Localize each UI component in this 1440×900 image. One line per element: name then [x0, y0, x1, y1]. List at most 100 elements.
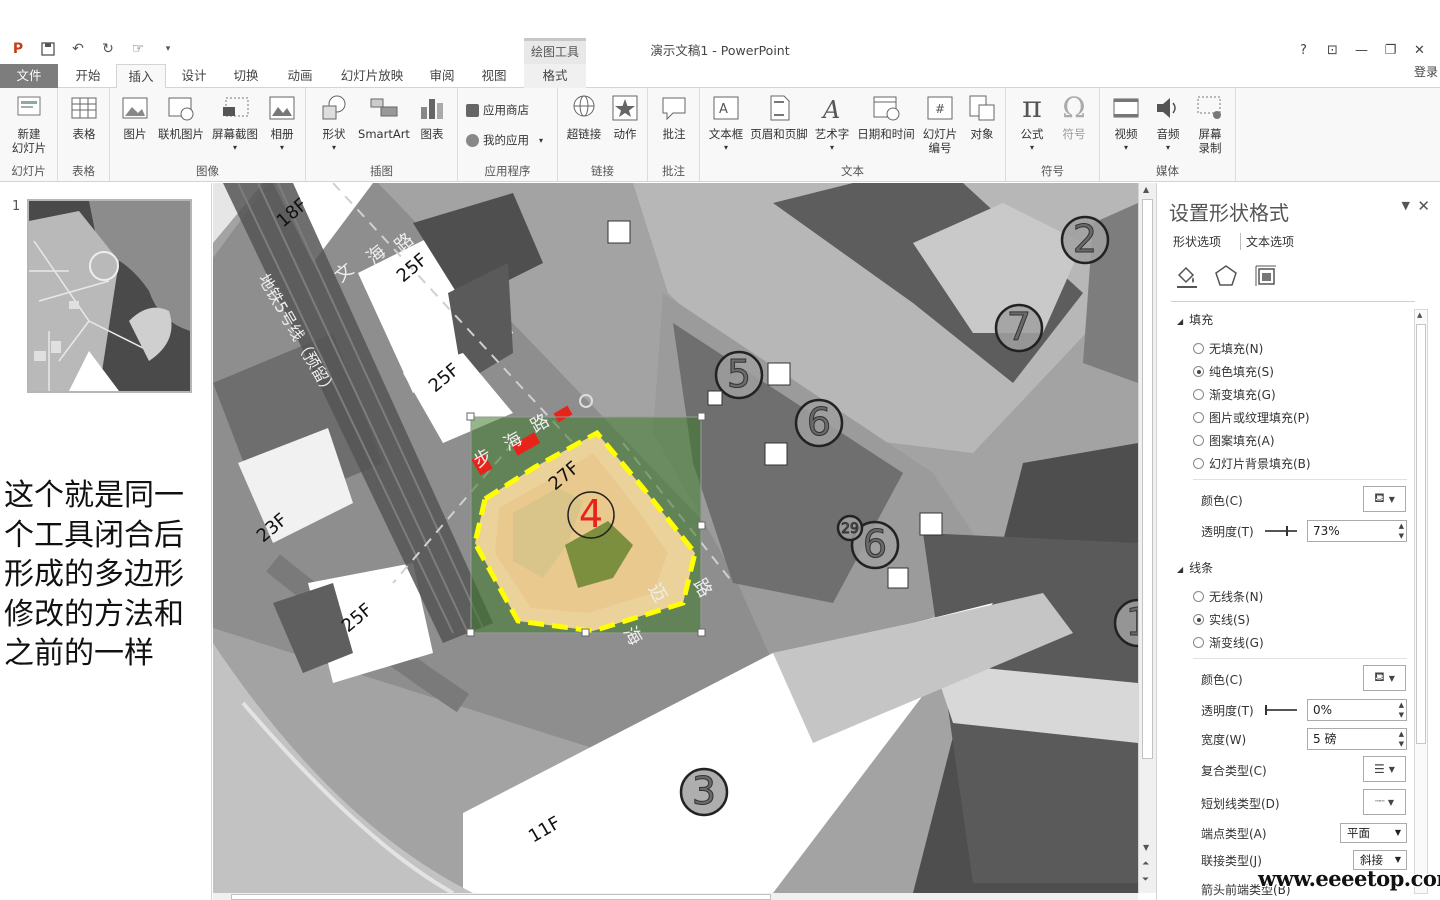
close-button[interactable]: ✕	[1405, 40, 1434, 60]
screenshot-button[interactable]: 屏幕截图 ▾	[210, 92, 260, 155]
slide-number-button[interactable]: # 幻灯片 编号	[920, 92, 960, 155]
ribbon-display-options-button[interactable]: ⊡	[1318, 40, 1347, 60]
dash-type-label: 短划线类型(D)	[1201, 797, 1280, 811]
fill-transparency-slider[interactable]	[1265, 526, 1297, 536]
chart-button[interactable]: 图表	[414, 92, 450, 141]
symbol-button[interactable]: Ω 符号	[1054, 91, 1094, 142]
scroll-up-arrow-icon[interactable]: ▲	[1143, 185, 1149, 194]
hyperlink-button[interactable]: 超链接	[562, 92, 606, 141]
line-color-picker[interactable]: ⛾ ▼	[1363, 665, 1406, 691]
tab-home[interactable]: 开始	[64, 64, 112, 88]
line-section-header[interactable]: ◢ 线条	[1177, 559, 1213, 576]
canvas-vertical-scrollbar[interactable]: ▲ ▼ ⏶ ⏷	[1138, 183, 1156, 893]
tab-slideshow[interactable]: 幻灯片放映	[332, 64, 412, 88]
compound-type-dropdown[interactable]: ☰ ▼	[1363, 756, 1406, 782]
line-transparency-input[interactable]: 0% ▲ ▼	[1307, 699, 1407, 721]
touch-mode-icon[interactable]: ☞	[128, 39, 148, 59]
video-button[interactable]: 视频 ▾	[1106, 92, 1146, 155]
smartart-button[interactable]: SmartArt	[356, 92, 412, 141]
action-button[interactable]: 动作	[608, 92, 642, 141]
pane-scroll-thumb[interactable]	[1416, 324, 1426, 744]
radio-no-line[interactable]: 无线条(N)	[1193, 588, 1263, 605]
photo-album-button[interactable]: 相册 ▾	[264, 92, 300, 155]
tab-file[interactable]: 文件	[0, 64, 58, 88]
previous-slide-icon[interactable]: ⏶	[1142, 859, 1149, 869]
hyperlink-icon	[569, 92, 599, 124]
tab-shape-options[interactable]: 形状选项	[1173, 233, 1221, 250]
pen-icon: ⛾	[1374, 669, 1385, 685]
group-media: 视频 ▾ 音频 ▾ 屏幕 录制 媒体	[1100, 88, 1236, 181]
radio-picture-texture-fill[interactable]: 图片或纹理填充(P)	[1193, 409, 1310, 426]
save-icon[interactable]	[38, 39, 58, 59]
audio-button[interactable]: 音频 ▾	[1148, 92, 1188, 155]
line-width-input[interactable]: 5 磅 ▲ ▼	[1307, 728, 1407, 750]
tab-design[interactable]: 设计	[170, 64, 218, 88]
maximize-button[interactable]: ❐	[1376, 40, 1405, 60]
tab-text-options[interactable]: 文本选项	[1240, 233, 1294, 250]
equation-button[interactable]: π 公式 ▾	[1012, 92, 1052, 155]
tab-transitions[interactable]: 切换	[222, 64, 270, 88]
svg-text:#: #	[935, 102, 945, 116]
pane-scroll-up-icon[interactable]: ▲	[1417, 311, 1422, 319]
radio-solid-fill[interactable]: 纯色填充(S)	[1193, 363, 1274, 380]
line-transparency-slider[interactable]	[1265, 705, 1297, 715]
redo-icon[interactable]: ↻	[98, 39, 118, 59]
dash-type-dropdown[interactable]: ┄┄ ▼	[1363, 789, 1406, 815]
help-button[interactable]: ?	[1289, 40, 1318, 60]
radio-gradient-line[interactable]: 渐变线(G)	[1193, 634, 1264, 651]
slide-number-icon: #	[925, 92, 955, 124]
radio-no-fill[interactable]: 无填充(N)	[1193, 340, 1263, 357]
sign-in-link[interactable]: 登录	[1414, 64, 1438, 80]
fill-transparency-input[interactable]: 73% ▲ ▼	[1307, 520, 1407, 542]
my-apps-button[interactable]: 我的应用 ▾	[466, 132, 543, 148]
header-footer-button[interactable]: 页眉和页脚	[748, 92, 810, 141]
new-slide-button[interactable]: 新建 幻灯片	[6, 92, 52, 155]
tab-view[interactable]: 视图	[470, 64, 518, 88]
tab-format[interactable]: 格式	[524, 64, 586, 88]
fill-color-picker[interactable]: ⛾ ▼	[1363, 486, 1406, 512]
next-slide-icon[interactable]: ⏷	[1142, 875, 1149, 885]
object-button[interactable]: 对象	[962, 92, 1002, 141]
pane-options-chevron-icon[interactable]: ▼	[1402, 199, 1410, 212]
shapes-button[interactable]: 形状 ▾	[314, 92, 354, 155]
slide-canvas[interactable]: 2756613429 18F25F25F23F25F27F11F 文海路地铁5号…	[213, 183, 1138, 893]
site-marker: 5	[714, 350, 764, 400]
date-time-button[interactable]: 日期和时间	[854, 92, 918, 141]
hscroll-thumb[interactable]	[231, 894, 771, 900]
online-picture-icon	[166, 92, 196, 124]
tab-review[interactable]: 审阅	[418, 64, 466, 88]
radio-pattern-fill[interactable]: 图案填充(A)	[1193, 432, 1275, 449]
canvas-horizontal-scrollbar[interactable]	[213, 893, 1138, 900]
wordart-button[interactable]: A 艺术字 ▾	[812, 92, 852, 155]
effects-pentagon-icon[interactable]	[1213, 263, 1239, 289]
comment-button[interactable]: 批注	[656, 92, 692, 141]
online-picture-button[interactable]: 联机图片	[156, 92, 206, 141]
radio-gradient-fill[interactable]: 渐变填充(G)	[1193, 386, 1276, 403]
picture-button[interactable]: 图片	[118, 92, 152, 141]
pane-scrollbar[interactable]: ▲	[1414, 309, 1428, 894]
fill-section-header[interactable]: ◢ 填充	[1177, 311, 1213, 328]
office-store-button[interactable]: 应用商店	[466, 102, 529, 118]
pane-close-icon[interactable]: ✕	[1417, 197, 1430, 215]
radio-slide-background-fill[interactable]: 幻灯片背景填充(B)	[1193, 455, 1311, 472]
screen-recording-button[interactable]: 屏幕 录制	[1190, 92, 1230, 155]
minimize-button[interactable]: —	[1347, 40, 1376, 60]
scroll-thumb[interactable]	[1142, 199, 1153, 759]
window-controls: ? ⊡ — ❐ ✕	[1289, 40, 1434, 60]
textbox-button[interactable]: A 文本框 ▾	[704, 92, 748, 155]
scroll-down-arrow-icon[interactable]: ▼	[1143, 843, 1149, 852]
size-properties-icon[interactable]	[1253, 263, 1279, 289]
table-button[interactable]: 表格	[66, 92, 102, 141]
customize-qat-icon[interactable]: ▾	[158, 39, 178, 59]
tab-insert[interactable]: 插入	[116, 64, 166, 89]
radio-solid-line[interactable]: 实线(S)	[1193, 611, 1250, 628]
group-label-illustrations: 插图	[370, 164, 393, 178]
tab-animations[interactable]: 动画	[274, 64, 326, 88]
svg-text:2: 2	[1073, 217, 1097, 261]
omega-icon: Ω	[1062, 91, 1086, 124]
slide-thumbnail[interactable]	[27, 199, 192, 393]
calendar-icon	[871, 92, 901, 124]
cap-type-dropdown[interactable]: 平面 ▼	[1340, 823, 1407, 843]
undo-icon[interactable]: ↶	[68, 39, 88, 59]
fill-line-bucket-icon[interactable]	[1173, 263, 1199, 289]
